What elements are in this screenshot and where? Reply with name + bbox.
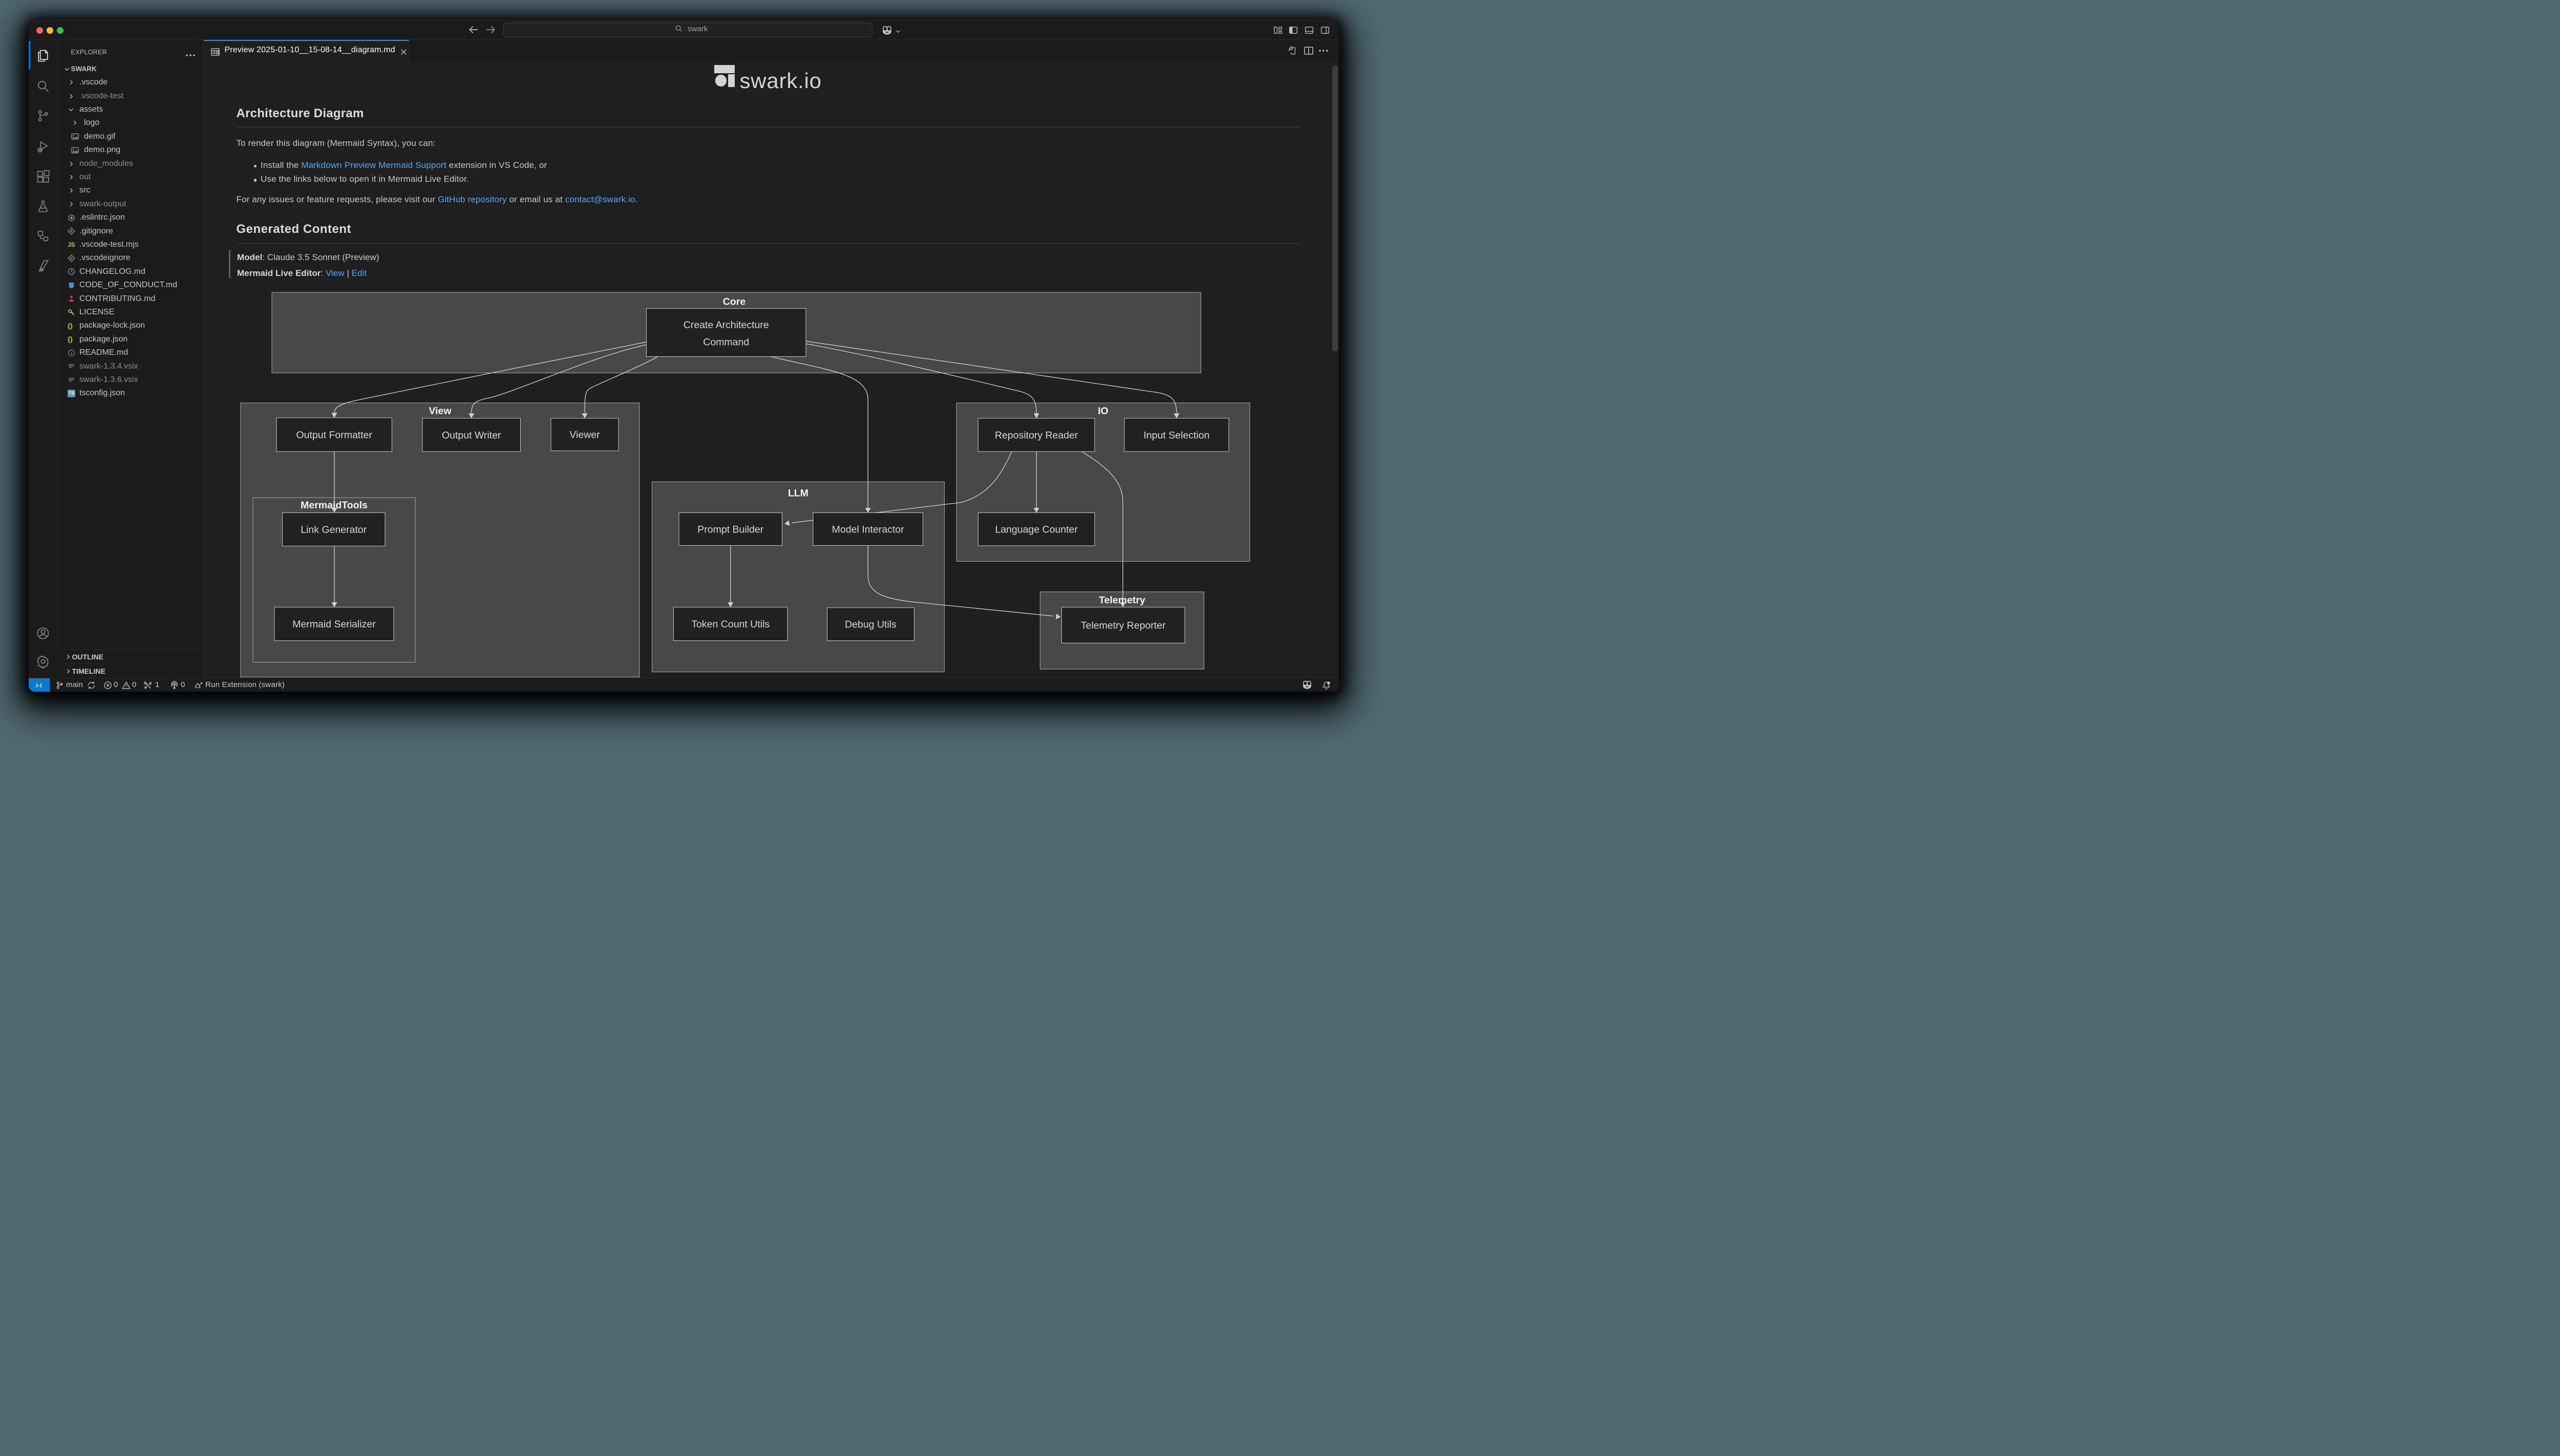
svg-text:Repository Reader: Repository Reader — [994, 430, 1078, 441]
svg-text:Core: Core — [722, 296, 745, 307]
svg-text:Output Formatter: Output Formatter — [296, 429, 372, 440]
svg-text:IO: IO — [1098, 405, 1108, 417]
svg-text:Debug Utils: Debug Utils — [845, 619, 897, 630]
svg-text:Link Generator: Link Generator — [301, 524, 367, 535]
svg-text:Model Interactor: Model Interactor — [831, 524, 904, 535]
svg-text:Telemetry Reporter: Telemetry Reporter — [1080, 619, 1165, 631]
svg-text:Language Counter: Language Counter — [995, 524, 1078, 535]
svg-text:Telemetry: Telemetry — [1099, 594, 1145, 606]
svg-text:Mermaid Serializer: Mermaid Serializer — [292, 618, 376, 630]
svg-text:Output Writer: Output Writer — [441, 430, 501, 441]
svg-text:MermaidTools: MermaidTools — [301, 500, 368, 511]
svg-text:Token Count Utils: Token Count Utils — [691, 618, 770, 630]
svg-text:Input Selection: Input Selection — [1143, 430, 1209, 441]
svg-text:Command: Command — [703, 336, 749, 348]
svg-text:View: View — [429, 405, 452, 417]
svg-text:Prompt Builder: Prompt Builder — [697, 524, 763, 535]
svg-text:Viewer: Viewer — [569, 429, 600, 440]
svg-text:LLM: LLM — [787, 487, 808, 499]
svg-text:Create Architecture: Create Architecture — [683, 319, 769, 330]
